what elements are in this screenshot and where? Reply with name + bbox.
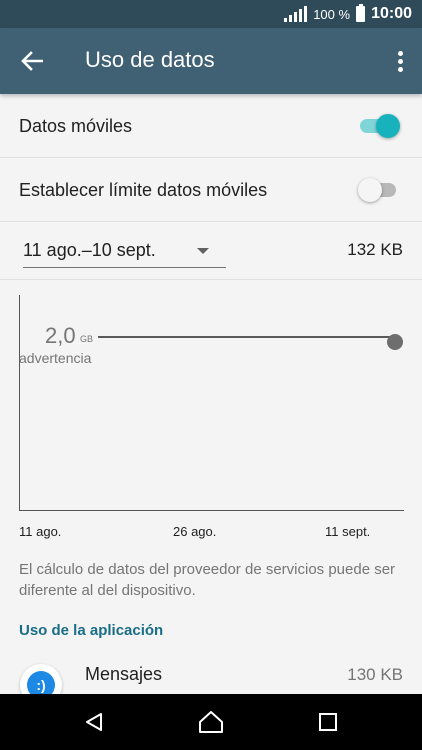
app-name: Mensajes xyxy=(85,664,163,684)
app-usage-value: 130 KB xyxy=(347,665,403,684)
page-title: Uso de datos xyxy=(85,47,215,72)
period-row: 11 ago.–10 sept. 132 KB xyxy=(0,222,422,280)
recents-icon[interactable] xyxy=(312,706,344,738)
warning-label: advertencia xyxy=(19,350,92,366)
section-header-app-usage: Uso de la aplicación xyxy=(19,622,164,639)
period-value: 11 ago.–10 sept. xyxy=(23,240,156,260)
back-icon[interactable] xyxy=(78,706,110,738)
chart-y-axis xyxy=(19,295,20,510)
carrier-note: El cálculo de datos del proveedor de ser… xyxy=(19,561,396,599)
mobile-limit-toggle[interactable] xyxy=(358,177,398,203)
x-tick-label: 26 ago. xyxy=(173,524,217,539)
total-usage: 132 KB xyxy=(347,240,403,259)
chart-x-axis xyxy=(19,510,404,511)
warning-line[interactable] xyxy=(98,336,398,338)
warning-unit: GB xyxy=(80,334,94,344)
battery-icon xyxy=(356,4,366,22)
home-icon[interactable] xyxy=(195,706,227,738)
status-bar: 100 % 10:00 xyxy=(0,0,422,28)
mobile-limit-row[interactable]: Establecer límite datos móviles xyxy=(0,158,422,222)
mobile-data-row[interactable]: Datos móviles xyxy=(0,94,422,158)
warning-value: 2,0 xyxy=(45,323,76,348)
status-indicators: 100 % 10:00 xyxy=(284,0,412,28)
x-tick-label: 11 sept. xyxy=(325,524,371,539)
dropdown-arrow-icon xyxy=(197,248,209,254)
mobile-data-label: Datos móviles xyxy=(19,116,133,136)
period-dropdown[interactable]: 11 ago.–10 sept. xyxy=(23,234,226,268)
app-bar: Uso de datos xyxy=(0,28,422,94)
signal-icon xyxy=(284,6,308,22)
navigation-bar xyxy=(0,694,422,750)
mobile-data-toggle[interactable] xyxy=(360,113,400,139)
back-arrow-icon[interactable] xyxy=(14,44,50,78)
more-vert-icon[interactable] xyxy=(390,45,410,77)
warning-handle[interactable] xyxy=(387,334,403,350)
x-tick-label: 11 ago. xyxy=(19,524,62,539)
mobile-limit-label: Establecer límite datos móviles xyxy=(19,180,268,200)
usage-chart: 2,0 GB advertencia 11 ago. 26 ago. 11 se… xyxy=(0,290,422,540)
app-usage-row[interactable]: :) Mensajes 130 KB xyxy=(0,650,422,706)
battery-percent: 100 % xyxy=(313,6,351,22)
clock: 10:00 xyxy=(371,5,412,22)
